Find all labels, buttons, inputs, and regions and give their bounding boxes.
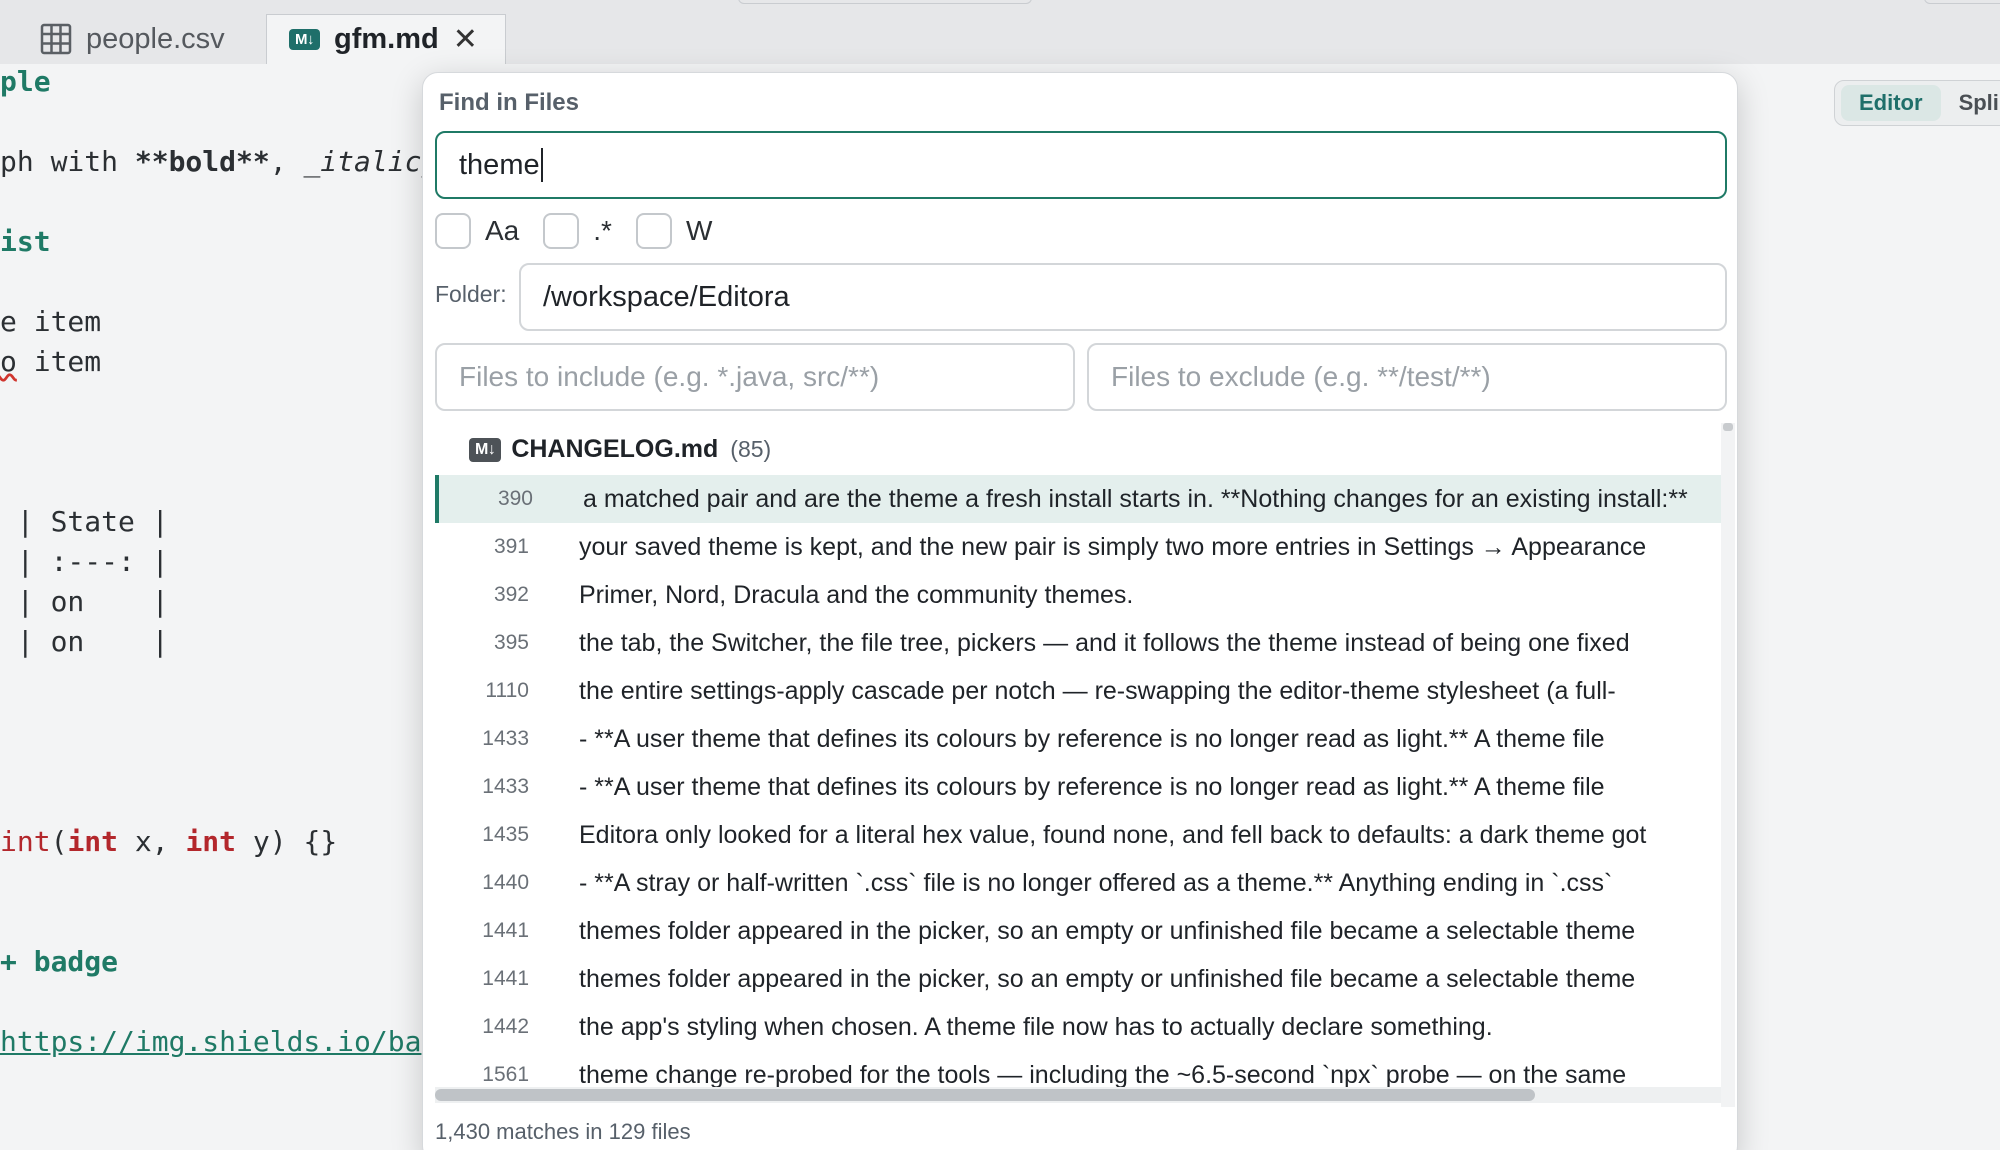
code-line: | :---: | bbox=[0, 545, 169, 578]
result-text: the app's styling when chosen. A theme f… bbox=[579, 1012, 1493, 1041]
top-drag-handle-right[interactable] bbox=[1924, 0, 2000, 4]
result-row[interactable]: 1441 themes folder appeared in the picker… bbox=[435, 955, 1721, 1003]
tab-gfm-md[interactable]: M↓ gfm.md ✕ bbox=[266, 14, 506, 64]
result-row[interactable]: 1435 Editora only looked for a literal he… bbox=[435, 811, 1721, 859]
result-text: themes folder appeared in the picker, so… bbox=[579, 916, 1636, 945]
results-list[interactable]: M↓ CHANGELOG.md (85) 390 a matched pair a… bbox=[435, 423, 1721, 1107]
close-icon[interactable]: ✕ bbox=[453, 22, 478, 57]
search-input[interactable]: theme bbox=[435, 131, 1727, 199]
result-row[interactable]: 395 the tab, the Switcher, the file tree,… bbox=[435, 619, 1721, 667]
result-file-count: (85) bbox=[730, 436, 772, 462]
code-line: int(int x, int y) {} bbox=[0, 825, 338, 858]
match-case-checkbox[interactable] bbox=[435, 213, 471, 249]
result-line-number: 391 bbox=[493, 535, 529, 558]
files-exclude-input[interactable]: Files to exclude (e.g. **/test/**) bbox=[1087, 343, 1727, 411]
code-line: | on | bbox=[0, 585, 169, 618]
markdown-icon: M↓ bbox=[289, 29, 320, 50]
vertical-scroll-thumb[interactable] bbox=[1723, 423, 1733, 431]
horizontal-scrollbar[interactable] bbox=[435, 1087, 1721, 1103]
result-line-number: 1435 bbox=[482, 823, 529, 846]
top-drag-handle[interactable] bbox=[738, 0, 1032, 4]
regex-checkbox[interactable] bbox=[543, 213, 580, 249]
text-caret bbox=[540, 148, 543, 182]
search-options: Aa .* W bbox=[435, 213, 736, 249]
result-row[interactable]: 1441 themes folder appeared in the picker… bbox=[435, 907, 1721, 955]
result-line-number: 1110 bbox=[485, 679, 529, 702]
result-row[interactable]: 1433 - **A user theme that defines its co… bbox=[435, 763, 1721, 811]
result-line-number: 1441 bbox=[482, 967, 529, 990]
whole-word-checkbox[interactable] bbox=[635, 213, 672, 249]
search-query: theme bbox=[459, 148, 540, 181]
code-line: | on | bbox=[0, 625, 169, 658]
result-row[interactable]: 392 Primer, Nord, Dracula and the communi… bbox=[435, 571, 1721, 619]
code-line: o item bbox=[0, 345, 102, 378]
result-text: the tab, the Switcher, the file tree, pi… bbox=[579, 628, 1630, 657]
folder-label: Folder: bbox=[435, 281, 507, 307]
result-line-number: 1440 bbox=[482, 871, 529, 894]
code-line: e item bbox=[0, 305, 102, 338]
result-text: your saved theme is kept, and the new pa… bbox=[579, 532, 1647, 561]
result-text: - **A user theme that defines its colour… bbox=[579, 724, 1605, 753]
folder-field[interactable]: /workspace/Editora bbox=[519, 263, 1727, 331]
result-text: Editora only looked for a literal hex va… bbox=[579, 820, 1647, 849]
result-line-number: 1561 bbox=[482, 1063, 529, 1086]
tab-label: people.csv bbox=[86, 22, 225, 55]
result-text: Primer, Nord, Dracula and the community … bbox=[579, 580, 1134, 609]
match-case-option[interactable]: Aa bbox=[435, 213, 519, 249]
find-in-files-dialog: Find in Files theme Aa .* W Folder: /wor… bbox=[422, 72, 1738, 1150]
vertical-scrollbar[interactable] bbox=[1721, 423, 1735, 1107]
whole-word-option[interactable]: W bbox=[635, 213, 712, 249]
code-link[interactable]: https://img.shields.io/ba bbox=[0, 1024, 421, 1060]
code-line: ist bbox=[0, 225, 51, 258]
result-line-number: 392 bbox=[493, 583, 529, 606]
editor-mode-button[interactable]: Editor bbox=[1841, 85, 1941, 121]
horizontal-scroll-thumb[interactable] bbox=[435, 1089, 1535, 1101]
result-text: the entire settings-apply cascade per no… bbox=[579, 676, 1616, 705]
code-line: | State | bbox=[0, 505, 169, 538]
dialog-title: Find in Files bbox=[439, 89, 580, 116]
markdown-icon: M↓ bbox=[469, 437, 502, 462]
result-text: themes folder appeared in the picker, so… bbox=[579, 964, 1636, 993]
result-row[interactable]: 1440 - **A stray or half-written `.css` f… bbox=[435, 859, 1721, 907]
tab-label: gfm.md bbox=[334, 23, 439, 55]
result-line-number: 390 bbox=[497, 487, 533, 510]
result-text: theme change re-probed for the tools — i… bbox=[579, 1060, 1627, 1089]
result-row[interactable]: 1433 - **A user theme that defines its co… bbox=[435, 715, 1721, 763]
result-line-number: 1433 bbox=[482, 775, 529, 798]
result-row[interactable]: 390 a matched pair and are the theme a fr… bbox=[435, 475, 1721, 523]
result-row[interactable]: 1110 the entire settings-apply cascade pe… bbox=[435, 667, 1721, 715]
result-line-number: 395 bbox=[493, 631, 529, 654]
view-mode-switch: Editor Spli bbox=[1834, 80, 2000, 126]
spellcheck-squiggle: o bbox=[0, 345, 17, 378]
tab-bar: people.csv M↓ gfm.md ✕ bbox=[0, 0, 2000, 64]
files-include-input[interactable]: Files to include (e.g. *.java, src/**) bbox=[435, 343, 1075, 411]
result-row[interactable]: 391 your saved theme is kept, and the new… bbox=[435, 523, 1721, 571]
table-icon bbox=[40, 23, 72, 55]
result-line-number: 1442 bbox=[482, 1015, 529, 1038]
result-line-number: 1441 bbox=[482, 919, 529, 942]
split-mode-button[interactable]: Spli bbox=[1941, 85, 2000, 121]
regex-option[interactable]: .* bbox=[543, 213, 612, 249]
code-line: ple bbox=[0, 65, 51, 98]
code-line: + badge bbox=[0, 945, 119, 978]
result-text: - **A user theme that defines its colour… bbox=[579, 772, 1605, 801]
match-summary: 1,430 matches in 129 files bbox=[435, 1119, 691, 1144]
code-line: ph with **bold**, _italic_ bbox=[0, 145, 439, 178]
result-file-name: CHANGELOG.md bbox=[511, 435, 719, 463]
result-text: a matched pair and are the theme a fresh… bbox=[583, 484, 1688, 513]
result-row[interactable]: 1442 the app's styling when chosen. A the… bbox=[435, 1003, 1721, 1051]
tab-people-csv[interactable]: people.csv bbox=[40, 14, 256, 64]
result-file-header[interactable]: M↓ CHANGELOG.md (85) bbox=[469, 435, 771, 464]
result-line-number: 1433 bbox=[482, 727, 529, 750]
result-text: - **A stray or half-written `.css` file … bbox=[579, 868, 1613, 897]
